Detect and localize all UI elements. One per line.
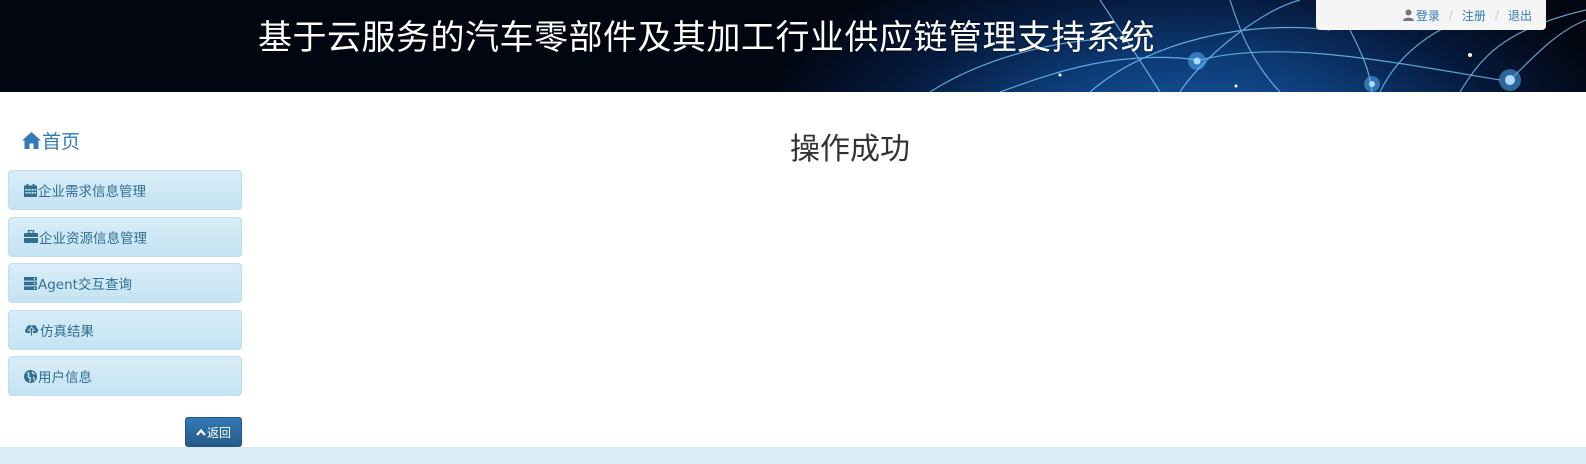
cloud-upload-icon [24, 324, 39, 336]
page-title: 操作成功 [790, 132, 910, 167]
user-nav: 登录 / 注册 / 退出 [1316, 0, 1546, 30]
chevron-up-icon [196, 428, 206, 436]
register-link[interactable]: 注册 [1462, 7, 1486, 24]
calendar-icon [24, 183, 37, 197]
back-button[interactable]: 返回 [185, 417, 242, 447]
sidebar-item-label: 企业资源信息管理 [39, 230, 147, 247]
back-label: 返回 [206, 425, 231, 440]
login-label: 登录 [1415, 8, 1440, 23]
sidebar-item-simulation-results[interactable]: 仿真结果 [8, 309, 242, 350]
system-title: 基于云服务的汽车零部件及其加工行业供应链管理支持系统 [258, 18, 1155, 58]
sidebar-item-label: 用户信息 [38, 370, 92, 386]
login-link[interactable]: 登录 [1402, 7, 1440, 24]
user-icon [1402, 9, 1414, 21]
sidebar: 首页 企业需求信息管理 企业资源信息管理 Agent交互查询 仿真结果 用户信息 [8, 120, 242, 403]
home-icon [22, 131, 41, 149]
nav-separator: / [1494, 8, 1499, 22]
sidebar-item-label: 仿真结果 [40, 323, 94, 340]
briefcase-icon [24, 230, 38, 243]
logout-link[interactable]: 退出 [1508, 7, 1532, 24]
sidebar-item-agent-query[interactable]: Agent交互查询 [8, 263, 242, 303]
footer-strip [0, 447, 1586, 464]
logout-label: 退出 [1507, 8, 1532, 23]
globe-icon [24, 369, 37, 383]
sidebar-item-label: Agent交互查询 [38, 277, 132, 293]
server-icon [24, 276, 37, 290]
sidebar-item-user-info[interactable]: 用户信息 [8, 356, 242, 396]
home-label: 首页 [42, 130, 81, 153]
register-label: 注册 [1461, 8, 1486, 23]
sidebar-item-demand-management[interactable]: 企业需求信息管理 [8, 170, 242, 210]
sidebar-item-label: 企业需求信息管理 [38, 184, 146, 200]
sidebar-item-resource-management[interactable]: 企业资源信息管理 [8, 216, 242, 257]
home-link[interactable]: 首页 [8, 120, 242, 160]
nav-separator: / [1448, 8, 1453, 22]
